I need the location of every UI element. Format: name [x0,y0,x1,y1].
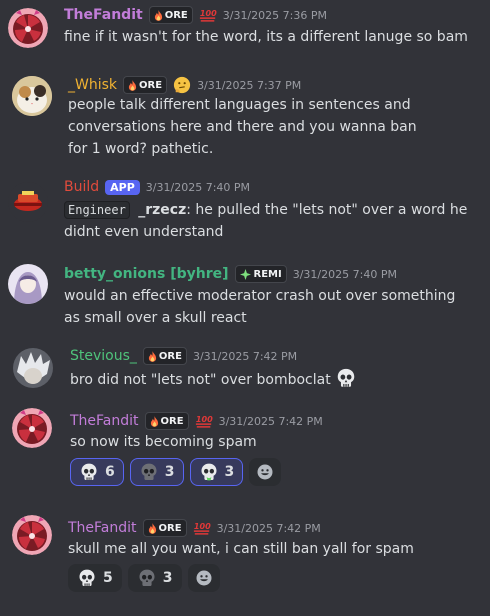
timestamp: 3/31/2025 7:42 PM [218,414,323,428]
username[interactable]: TheFandit [64,7,143,23]
timestamp: 3/31/2025 7:36 PM [222,8,327,22]
username[interactable]: Stevious_ [70,348,137,364]
bot-avatar-icon [8,182,48,222]
reaction-skull[interactable]: 5 [68,564,122,592]
anime-avatar-icon [8,264,48,304]
timestamp: 3/31/2025 7:42 PM [192,349,298,363]
avatar-image-icon [12,408,52,448]
message-text: skull me all you want, i can still ban y… [68,541,414,557]
guild-tag-label: ORE [139,79,163,91]
code-label: Engineer [64,201,130,219]
timestamp: 3/31/2025 7:42 PM [216,521,321,535]
reaction-dark-skull[interactable]: 3 [129,458,184,486]
skull-icon [335,367,357,389]
guild-tag-label: ORE [158,522,182,534]
guild-tag[interactable]: ORE [142,519,187,537]
guild-tag[interactable]: ORE [123,76,168,94]
app-badge: APP [105,179,140,195]
guild-tag-label: ORE [164,9,188,21]
message-text: so now its becoming spam [70,434,257,450]
hundred-points-icon [193,519,211,537]
guild-tag[interactable]: REMI [234,265,287,283]
sparkle-icon [239,268,251,280]
skull-icon [77,568,97,588]
dark-skull-icon [137,568,157,588]
mention[interactable]: _rzecz [138,202,186,218]
message-text: people talk different languages in sente… [68,97,417,157]
reactions-bar: 5 3 [68,564,220,592]
guild-tag[interactable]: ORE [142,347,187,365]
avatar-image-icon [12,515,52,555]
guild-tag-label: ORE [160,415,184,427]
reaction-count: 3 [224,464,235,480]
timestamp: 3/31/2025 7:40 PM [145,180,251,194]
message-body: bro did not "lets not" over bomboclat [70,372,331,388]
white-hair-avatar-icon [13,348,53,388]
timestamp: 3/31/2025 7:40 PM [292,267,397,281]
username[interactable]: _Whisk [68,77,117,93]
username[interactable]: TheFandit [70,413,139,429]
guild-tag-label: ORE [158,350,182,362]
flame-icon [148,523,157,534]
reaction-count: 3 [164,464,175,480]
avatar[interactable] [12,515,52,555]
username[interactable]: TheFandit [68,520,137,536]
cat-avatar-icon [12,76,52,116]
message-text: would an effective moderator crash out o… [64,288,456,326]
reaction-count: 5 [103,570,113,586]
add-reaction-button[interactable] [249,458,282,486]
flame-icon [128,80,137,91]
reaction-count: 3 [162,570,173,586]
guild-tag[interactable]: ORE [144,412,189,430]
message-text: Engineer _rzecz: he pulled the "lets not… [64,199,474,243]
skull-icon [79,462,99,482]
dark-skull-icon [139,462,159,482]
green-skull-icon [199,462,219,482]
username[interactable]: betty_onions [byhre] [64,266,229,282]
avatar[interactable] [12,76,52,116]
message-text: bro did not "lets not" over bomboclat [70,367,480,391]
flame-icon [154,10,163,21]
reaction-dark-skull[interactable]: 3 [127,564,182,592]
avatar[interactable] [8,8,48,48]
reaction-skull[interactable]: 6 [70,458,124,486]
username[interactable]: Build [64,179,99,195]
add-reaction-icon [194,568,214,588]
reactions-bar: 6 3 3 [70,458,282,486]
avatar[interactable] [13,348,53,388]
add-reaction-icon [255,462,275,482]
reaction-count: 6 [105,464,115,480]
flame-icon [150,416,159,427]
flame-icon [148,351,157,362]
avatar[interactable] [8,264,48,304]
hundred-points-icon [199,6,217,24]
guild-tag-label: REMI [253,268,282,280]
reaction-green-skull[interactable]: 3 [189,458,244,486]
message-text: fine if it wasn't for the word, its a di… [64,29,468,45]
avatar[interactable] [8,182,48,222]
hundred-points-icon [195,412,213,430]
guild-tag[interactable]: ORE [148,6,193,24]
timestamp: 3/31/2025 7:37 PM [197,78,302,92]
add-reaction-button[interactable] [187,564,220,592]
avatar[interactable] [12,408,52,448]
thinking-face-icon [173,76,191,94]
avatar-image-icon [8,8,48,48]
